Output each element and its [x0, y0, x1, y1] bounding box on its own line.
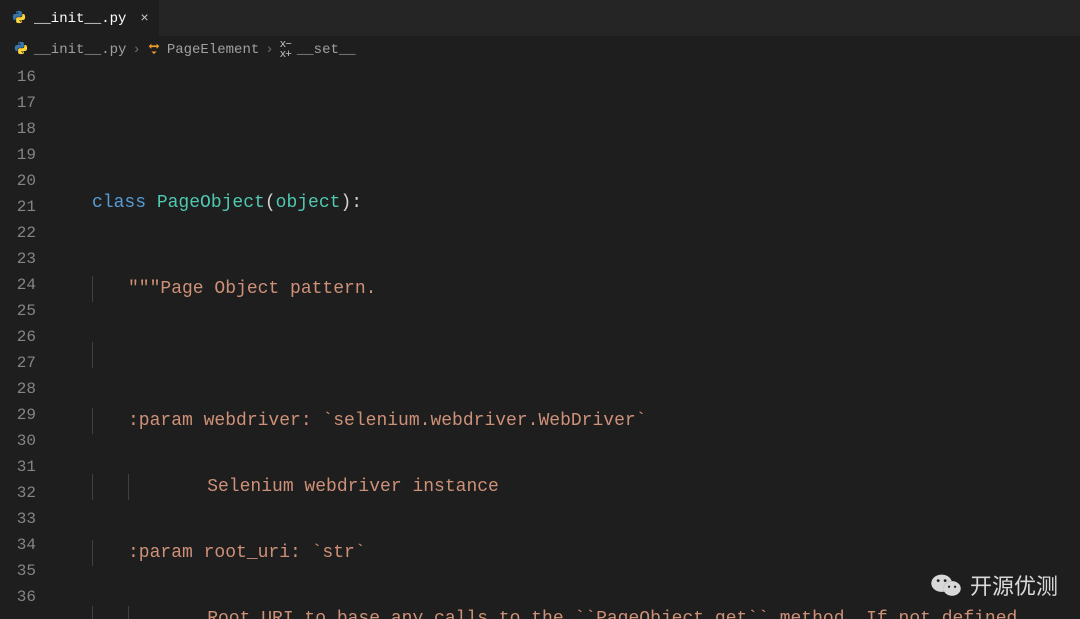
line-number: 30 [0, 428, 36, 454]
line-number: 33 [0, 506, 36, 532]
line-number: 27 [0, 350, 36, 376]
code-line: :param root_uri: `str` [56, 540, 1080, 566]
symbol-method-icon: x−x+ [280, 40, 291, 60]
chevron-right-icon: › [132, 42, 140, 58]
code-line [56, 104, 1080, 130]
line-number: 32 [0, 480, 36, 506]
breadcrumb: __init__.py › PageElement › x−x+ __set__ [0, 36, 1080, 64]
line-number: 23 [0, 246, 36, 272]
breadcrumb-file[interactable]: __init__.py [34, 42, 126, 58]
line-number: 36 [0, 584, 36, 610]
line-number: 20 [0, 168, 36, 194]
line-number: 31 [0, 454, 36, 480]
chevron-right-icon: › [265, 42, 273, 58]
symbol-class-icon [147, 41, 161, 60]
code-line: """Page Object pattern. [56, 276, 1080, 302]
line-number: 17 [0, 90, 36, 116]
code-line: :param webdriver: `selenium.webdriver.We… [56, 408, 1080, 434]
python-file-icon [14, 41, 28, 60]
tab-bar: __init__.py × [0, 0, 1080, 36]
editor[interactable]: 1617181920212223242526272829303132333435… [0, 64, 1080, 619]
line-number: 24 [0, 272, 36, 298]
code-line: class PageObject(object): [56, 190, 1080, 216]
line-number: 25 [0, 298, 36, 324]
breadcrumb-method[interactable]: __set__ [297, 42, 356, 58]
code-line: Selenium webdriver instance [56, 474, 1080, 500]
line-number-gutter: 1617181920212223242526272829303132333435… [0, 64, 56, 619]
code-line [56, 342, 1080, 368]
line-number: 18 [0, 116, 36, 142]
line-number: 26 [0, 324, 36, 350]
line-number: 22 [0, 220, 36, 246]
line-number: 35 [0, 558, 36, 584]
line-number: 21 [0, 194, 36, 220]
code-area[interactable]: class PageObject(object): """Page Object… [56, 64, 1080, 619]
tab-label: __init__.py [34, 11, 126, 27]
tab-init-py[interactable]: __init__.py × [0, 0, 159, 36]
line-number: 19 [0, 142, 36, 168]
breadcrumb-class[interactable]: PageElement [167, 42, 259, 58]
line-number: 34 [0, 532, 36, 558]
tab-close-icon[interactable]: × [140, 11, 148, 27]
python-file-icon [12, 10, 26, 28]
code-line: Root URI to base any calls to the ``Page… [56, 606, 1080, 619]
line-number: 28 [0, 376, 36, 402]
line-number: 16 [0, 64, 36, 90]
line-number: 29 [0, 402, 36, 428]
